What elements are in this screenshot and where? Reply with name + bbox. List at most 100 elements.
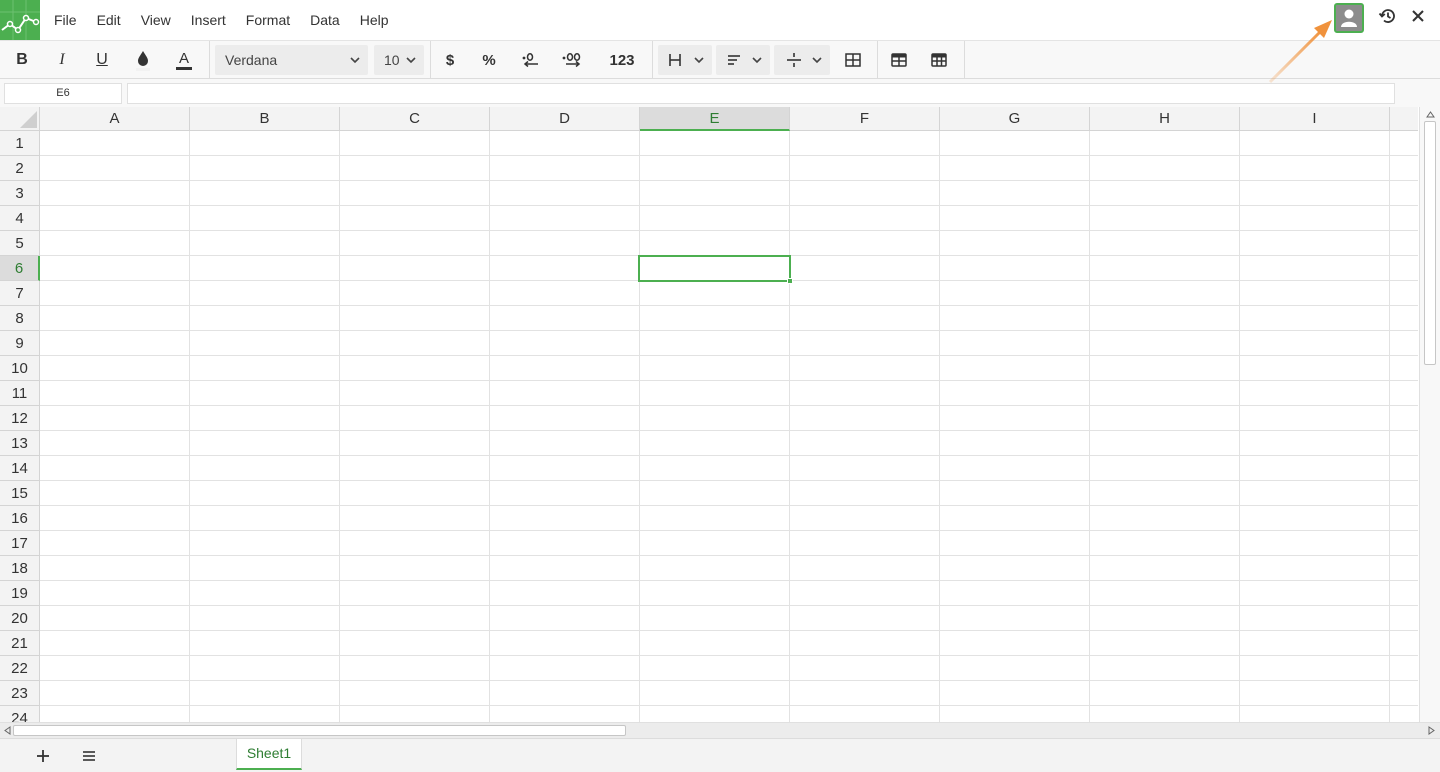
- row-header[interactable]: 19: [0, 581, 40, 606]
- text-color-icon[interactable]: A: [170, 45, 198, 75]
- row-header[interactable]: 10: [0, 356, 40, 381]
- chevron-down-icon: [406, 57, 416, 64]
- row-header[interactable]: 16: [0, 506, 40, 531]
- borders-select[interactable]: [658, 45, 712, 75]
- row-header[interactable]: 18: [0, 556, 40, 581]
- row-header[interactable]: 14: [0, 456, 40, 481]
- history-icon[interactable]: [1378, 6, 1398, 26]
- scroll-up-icon[interactable]: [1426, 110, 1435, 118]
- increase-decimal-icon[interactable]: [557, 45, 589, 75]
- column-header[interactable]: H: [1090, 107, 1240, 131]
- grid-row-line: [40, 405, 1418, 406]
- formula-bar: E6: [0, 79, 1440, 107]
- row-header[interactable]: 1: [0, 131, 40, 156]
- bold-button[interactable]: B: [8, 45, 36, 75]
- grid-column-line: [189, 131, 190, 722]
- grid-row-line: [40, 180, 1418, 181]
- grid-row-line: [40, 705, 1418, 706]
- menu-edit[interactable]: Edit: [97, 12, 121, 28]
- row-header[interactable]: 22: [0, 656, 40, 681]
- vertical-align-icon: [787, 53, 801, 67]
- font-size-select[interactable]: 10: [374, 45, 424, 75]
- scroll-left-icon[interactable]: [3, 726, 11, 735]
- menu-file[interactable]: File: [54, 12, 77, 28]
- row-header[interactable]: 4: [0, 206, 40, 231]
- grid-row-line: [40, 505, 1418, 506]
- grid-row-line: [40, 355, 1418, 356]
- horizontal-align-select[interactable]: [716, 45, 770, 75]
- column-header[interactable]: F: [790, 107, 940, 131]
- grid-column-line: [639, 131, 640, 722]
- currency-format-button[interactable]: $: [436, 45, 464, 75]
- menu-help[interactable]: Help: [360, 12, 389, 28]
- menu-format[interactable]: Format: [246, 12, 290, 28]
- percent-format-button[interactable]: %: [474, 45, 504, 75]
- column-header[interactable]: A: [40, 107, 190, 131]
- row-header[interactable]: 13: [0, 431, 40, 456]
- column-header[interactable]: C: [340, 107, 490, 131]
- svg-text:A: A: [179, 50, 189, 67]
- font-family-select[interactable]: Verdana: [215, 45, 368, 75]
- row-header[interactable]: 3: [0, 181, 40, 206]
- align-left-icon: [728, 55, 740, 65]
- column-header[interactable]: D: [490, 107, 640, 131]
- decrease-decimal-icon[interactable]: [516, 45, 546, 75]
- grid-column-line: [939, 131, 940, 722]
- merge-cells-icon[interactable]: [839, 45, 867, 75]
- row-header[interactable]: 23: [0, 681, 40, 706]
- user-avatar-icon[interactable]: [1334, 3, 1364, 33]
- insert-column-icon[interactable]: [925, 45, 953, 75]
- row-header[interactable]: 15: [0, 481, 40, 506]
- row-header[interactable]: 7: [0, 281, 40, 306]
- vertical-align-select[interactable]: [774, 45, 830, 75]
- row-header[interactable]: 17: [0, 531, 40, 556]
- select-all-corner[interactable]: [0, 107, 40, 131]
- add-sheet-icon[interactable]: [31, 744, 55, 768]
- menu-data[interactable]: Data: [310, 12, 340, 28]
- selected-cell[interactable]: [638, 255, 791, 282]
- menu-view[interactable]: View: [141, 12, 171, 28]
- number-format-button[interactable]: 123: [601, 45, 643, 75]
- grid-row-line: [40, 480, 1418, 481]
- fill-handle[interactable]: [787, 278, 793, 284]
- row-header[interactable]: 8: [0, 306, 40, 331]
- close-icon[interactable]: [1408, 5, 1428, 27]
- column-header[interactable]: E: [640, 107, 790, 131]
- row-header[interactable]: 2: [0, 156, 40, 181]
- italic-button[interactable]: I: [48, 45, 76, 75]
- column-header[interactable]: I: [1240, 107, 1390, 131]
- app-logo-icon[interactable]: [0, 0, 40, 40]
- sheet-list-icon[interactable]: [77, 744, 101, 768]
- row-header[interactable]: 21: [0, 631, 40, 656]
- insert-row-icon[interactable]: [885, 45, 913, 75]
- row-header[interactable]: 24: [0, 706, 40, 722]
- cell-reference-box[interactable]: E6: [4, 83, 122, 104]
- grid-column-line: [1389, 131, 1390, 722]
- column-header[interactable]: G: [940, 107, 1090, 131]
- grid-row-line: [40, 580, 1418, 581]
- formula-input[interactable]: [127, 83, 1395, 104]
- row-header[interactable]: 11: [0, 381, 40, 406]
- row-header[interactable]: 20: [0, 606, 40, 631]
- column-header[interactable]: [1390, 107, 1418, 131]
- row-header[interactable]: 6: [0, 256, 40, 281]
- grid-column-line: [489, 131, 490, 722]
- column-header[interactable]: B: [190, 107, 340, 131]
- sheet-tab-sheet1[interactable]: Sheet1: [236, 739, 302, 770]
- vertical-scrollbar[interactable]: [1419, 107, 1440, 722]
- horizontal-scrollbar[interactable]: [0, 722, 1440, 738]
- grid-row-line: [40, 330, 1418, 331]
- grid-row-line: [40, 455, 1418, 456]
- menu-insert[interactable]: Insert: [191, 12, 226, 28]
- grid-row-line: [40, 430, 1418, 431]
- formatting-toolbar: B I U A Verdana 10 $ % 123: [0, 41, 1440, 79]
- horizontal-scroll-thumb[interactable]: [13, 725, 626, 736]
- scroll-right-icon[interactable]: [1428, 726, 1436, 735]
- row-header[interactable]: 5: [0, 231, 40, 256]
- spreadsheet-grid[interactable]: A B C D E F G H I 1 2 3 4 5 6 7 8 9 10 11 12 13 14 15 16 17 18 19 20…: [0, 107, 1418, 722]
- fill-color-icon[interactable]: [129, 45, 157, 75]
- underline-button[interactable]: U: [88, 45, 116, 75]
- row-header[interactable]: 9: [0, 331, 40, 356]
- row-header[interactable]: 12: [0, 406, 40, 431]
- vertical-scroll-thumb[interactable]: [1424, 121, 1436, 365]
